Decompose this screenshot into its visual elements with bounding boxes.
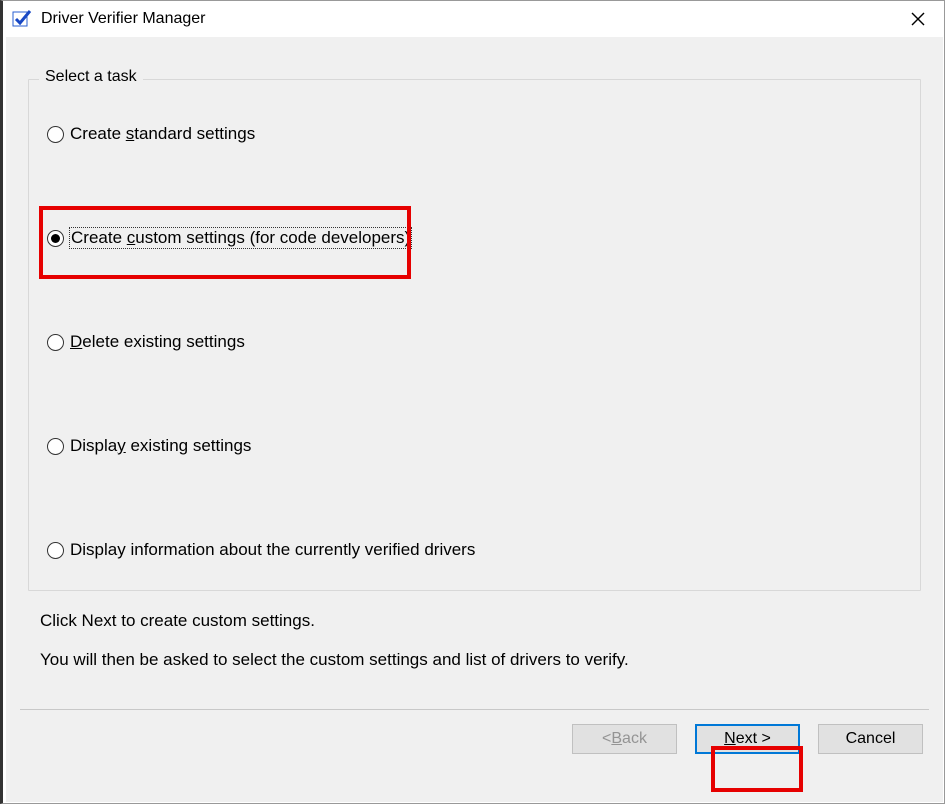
client-area: Select a task Create standard settings C… xyxy=(6,37,943,802)
close-button[interactable] xyxy=(898,4,938,34)
radio-create-standard[interactable]: Create standard settings xyxy=(47,124,255,144)
close-icon xyxy=(911,12,925,26)
radio-label: Delete existing settings xyxy=(70,332,245,352)
groupbox-legend: Select a task xyxy=(39,68,143,86)
radio-icon xyxy=(47,438,64,455)
back-button: < Back xyxy=(572,724,677,754)
radio-create-custom[interactable]: Create custom settings (for code develop… xyxy=(47,228,411,248)
titlebar: Driver Verifier Manager xyxy=(3,1,944,37)
radio-icon xyxy=(47,230,64,247)
task-groupbox: Select a task Create standard settings C… xyxy=(28,79,921,591)
radio-display-settings[interactable]: Display existing settings xyxy=(47,436,251,456)
radio-delete-settings[interactable]: Delete existing settings xyxy=(47,332,245,352)
radio-icon xyxy=(47,542,64,559)
next-button[interactable]: Next > xyxy=(695,724,800,754)
window-title: Driver Verifier Manager xyxy=(41,10,898,28)
radio-list: Create standard settings Create custom s… xyxy=(47,104,902,560)
cancel-button[interactable]: Cancel xyxy=(818,724,923,754)
radio-label: Display existing settings xyxy=(70,436,251,456)
radio-label: Create custom settings (for code develop… xyxy=(70,228,411,248)
radio-icon xyxy=(47,126,64,143)
radio-display-info[interactable]: Display information about the currently … xyxy=(47,540,475,560)
radio-label: Display information about the currently … xyxy=(70,540,475,560)
radio-label: Create standard settings xyxy=(70,124,255,144)
description-line-2: You will then be asked to select the cus… xyxy=(40,646,921,675)
radio-icon xyxy=(47,334,64,351)
description-line-1: Click Next to create custom settings. xyxy=(40,607,921,636)
app-icon xyxy=(11,8,33,30)
button-separator xyxy=(20,709,929,710)
button-row: < Back Next > Cancel xyxy=(20,724,929,754)
